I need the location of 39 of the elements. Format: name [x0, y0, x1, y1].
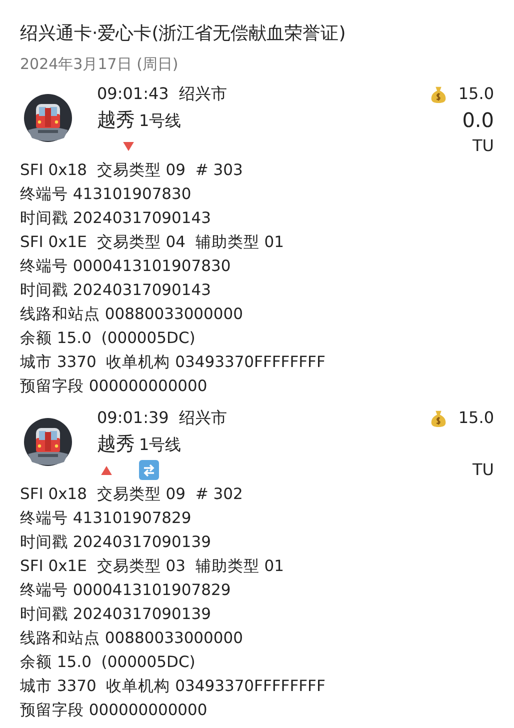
train-icon: [24, 418, 72, 466]
detail-line: 终端号 413101907830: [20, 184, 192, 205]
detail-line: SFI 0x1E 交易类型 03 辅助类型 01: [20, 556, 285, 577]
money-bag-icon: [429, 84, 448, 104]
train-icon: [24, 94, 72, 142]
detail-line: 线路和站点 00880033000000: [20, 628, 244, 649]
money-bag-icon: [429, 408, 448, 428]
detail-line: 时间戳 20240317090143: [20, 208, 212, 229]
balance: 15.0: [458, 83, 494, 105]
detail-line: 终端号 413101907829: [20, 508, 192, 529]
detail-line: SFI 0x18 交易类型 09 # 303: [20, 160, 244, 181]
detail-line: 时间戳 20240317090143: [20, 280, 212, 301]
city: 绍兴市: [178, 407, 227, 429]
detail-line: 时间戳 20240317090139: [20, 532, 212, 553]
detail-line: 时间戳 20240317090139: [20, 604, 212, 625]
detail-line: 预留字段 000000000000: [20, 376, 208, 397]
detail-line: 终端号 0000413101907829: [20, 580, 232, 601]
detail-line: 线路和站点 00880033000000: [20, 304, 244, 325]
detail-line: 预留字段 000000000000: [20, 700, 208, 721]
line-name: 1号线: [139, 110, 182, 132]
detail-line: 城市 3370 收单机构 03493370FFFFFFFF: [20, 676, 326, 697]
line-name: 1号线: [139, 434, 182, 456]
station-name: 越秀: [97, 432, 135, 457]
unit: TU: [472, 460, 494, 479]
time: 09:01:43: [97, 83, 169, 105]
detail-line: 余额 15.0 (000005DC): [20, 652, 196, 673]
card-title: 绍兴通卡·爱心卡(浙江省无偿献血荣誉证): [20, 22, 347, 46]
station-name: 越秀: [97, 108, 135, 133]
date-header: 2024年3月17日 (周日): [20, 54, 180, 75]
detail-line: 城市 3370 收单机构 03493370FFFFFFFF: [20, 352, 326, 373]
detail-line: SFI 0x1E 交易类型 04 辅助类型 01: [20, 232, 285, 253]
city: 绍兴市: [178, 83, 227, 105]
balance: 15.0: [458, 407, 494, 429]
detail-line: SFI 0x18 交易类型 09 # 302: [20, 484, 244, 505]
time: 09:01:39: [97, 407, 169, 429]
amount: 0.0: [462, 108, 494, 132]
detail-line: 终端号 0000413101907830: [20, 256, 232, 277]
unit: TU: [472, 136, 494, 155]
detail-line: 余额 15.0 (000005DC): [20, 328, 196, 349]
